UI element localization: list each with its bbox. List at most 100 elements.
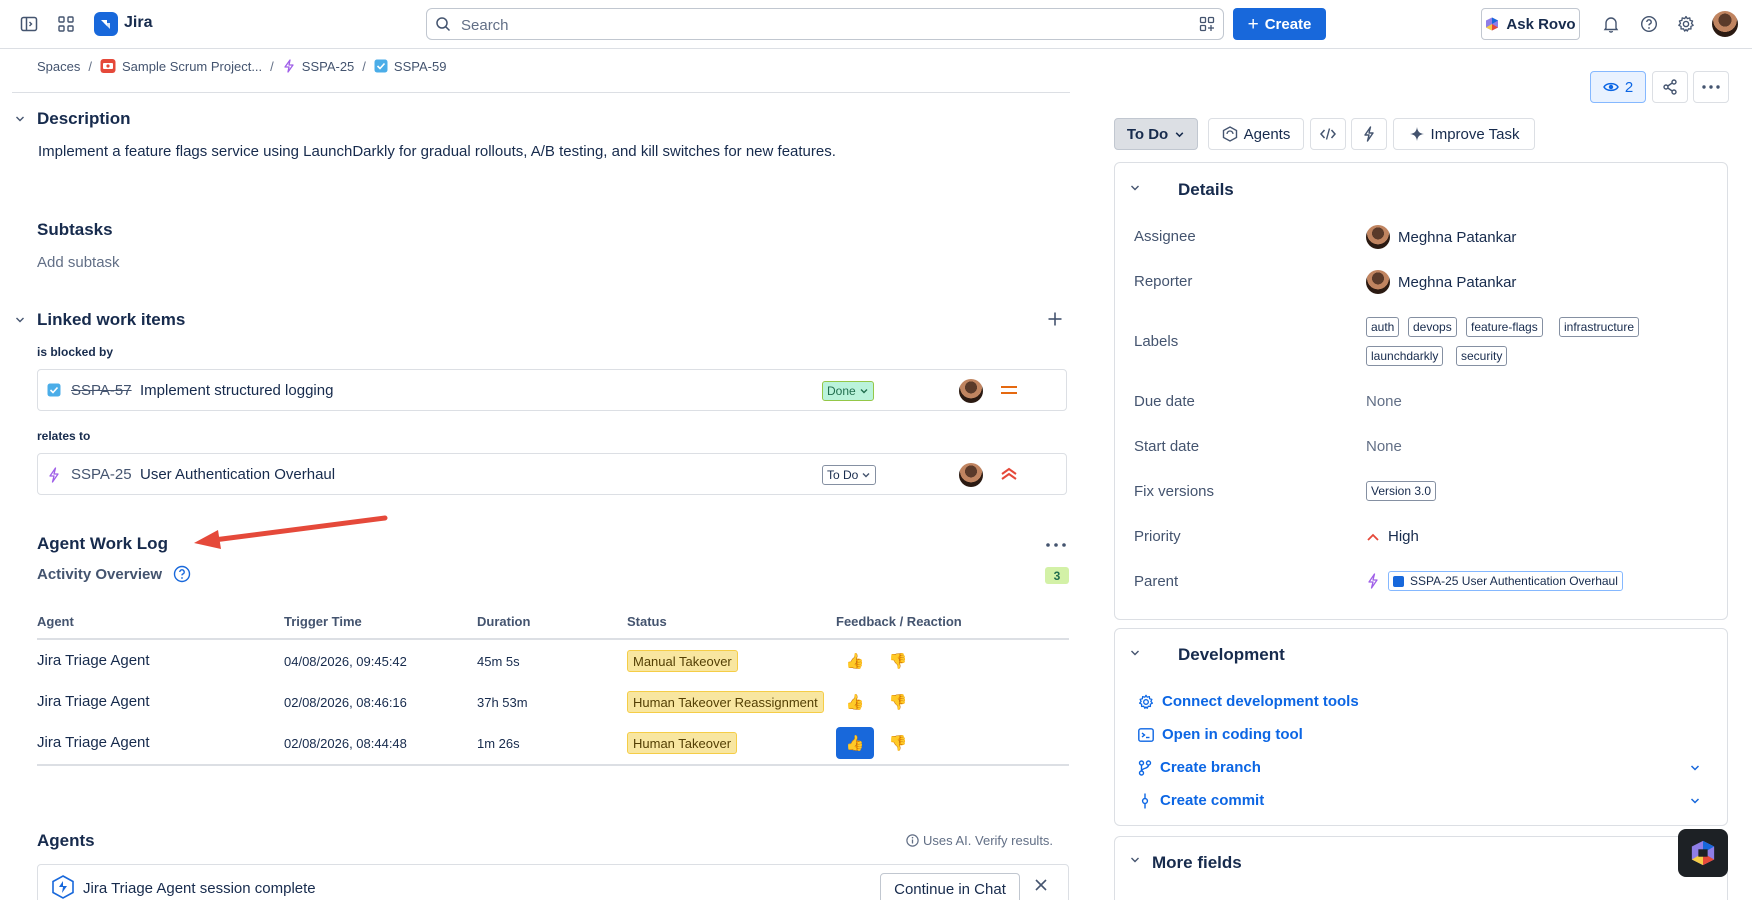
description-collapse-chevron-icon[interactable]	[14, 113, 26, 125]
parent-field[interactable]: SSPA-25 User Authentication Overhaul	[1366, 571, 1623, 591]
help-icon[interactable]	[1637, 12, 1661, 36]
linked-items-collapse-chevron-icon[interactable]	[14, 314, 26, 326]
column-header-trigger-time: Trigger Time	[284, 614, 362, 629]
linked-item-title[interactable]: User Authentication Overhaul	[140, 466, 335, 483]
agent-work-log-heading: Agent Work Log	[37, 534, 168, 553]
thumbs-down-button[interactable]: 👎	[879, 645, 917, 677]
more-options-icon[interactable]	[1046, 543, 1066, 547]
ask-rovo-button[interactable]: Ask Rovo	[1481, 8, 1580, 40]
linked-item-key[interactable]: SSPA-57	[71, 382, 132, 399]
more-actions-button[interactable]	[1693, 71, 1729, 103]
create-button[interactable]: + Create	[1233, 8, 1326, 40]
table-row-trigger-time: 04/08/2026, 09:45:42	[284, 654, 407, 669]
thumbs-down-button[interactable]: 👎	[879, 686, 917, 718]
question-circle-icon[interactable]	[173, 565, 191, 583]
fix-version-chip[interactable]: Version 3.0	[1366, 481, 1437, 501]
linked-item-row[interactable]: SSPA-25 User Authentication Overhaul To …	[37, 453, 1067, 495]
close-icon[interactable]	[1034, 878, 1048, 892]
app-name[interactable]: Jira	[124, 14, 152, 32]
label-chip[interactable]: launchdarkly	[1366, 346, 1444, 366]
agents-button[interactable]: Agents	[1208, 118, 1304, 150]
add-link-plus-icon[interactable]	[1047, 311, 1063, 327]
automation-button[interactable]	[1351, 118, 1387, 150]
improve-task-button[interactable]: Improve Task	[1393, 118, 1535, 150]
code-button[interactable]	[1310, 118, 1346, 150]
status-dropdown[interactable]: Done	[822, 381, 874, 401]
jira-logo-icon[interactable]	[94, 12, 118, 36]
app-switcher-icon[interactable]	[54, 12, 78, 36]
assignee-avatar[interactable]	[959, 463, 983, 487]
status-dropdown[interactable]: To Do	[822, 465, 877, 485]
agents-heading: Agents	[37, 831, 95, 850]
start-date-value[interactable]: None	[1366, 438, 1402, 455]
linked-item-row[interactable]: SSPA-57 Implement structured logging Don…	[37, 369, 1067, 411]
agent-session-text: Jira Triage Agent session complete	[83, 880, 316, 897]
chevron-down-icon	[860, 389, 868, 394]
create-branch-chevron-icon[interactable]	[1689, 762, 1701, 774]
thumbs-up-button-active[interactable]: 👍	[836, 727, 874, 759]
development-collapse-chevron-icon[interactable]	[1129, 647, 1141, 659]
more-fields-collapse-chevron-icon[interactable]	[1129, 854, 1141, 866]
link-type-label: relates to	[37, 429, 91, 443]
description-text[interactable]: Implement a feature flags service using …	[38, 143, 836, 160]
label-chip[interactable]: feature-flags	[1466, 317, 1543, 337]
create-branch-link[interactable]: Create branch	[1138, 759, 1261, 776]
breadcrumb: Spaces / Sample Scrum Project... / SSPA-…	[37, 56, 446, 76]
label-chip[interactable]: infrastructure	[1559, 317, 1640, 337]
label-chip[interactable]: security	[1456, 346, 1508, 366]
status-label: To Do	[1126, 125, 1169, 143]
ai-disclaimer-text: Uses AI. Verify results.	[923, 833, 1054, 848]
breadcrumb-task[interactable]: SSPA-59	[374, 59, 446, 74]
search-input[interactable]: Search	[426, 8, 1224, 40]
settings-gear-icon[interactable]	[1674, 12, 1698, 36]
more-fields-heading[interactable]: More fields	[1152, 853, 1242, 873]
parent-chip[interactable]: SSPA-25 User Authentication Overhaul	[1388, 571, 1623, 591]
breadcrumb-project-label: Sample Scrum Project...	[122, 58, 263, 74]
rovo-chat-fab[interactable]	[1678, 829, 1728, 877]
continue-in-chat-button[interactable]: Continue in Chat	[880, 873, 1020, 900]
sidebar-toggle-icon[interactable]	[17, 12, 41, 36]
watchers-button[interactable]: 2	[1590, 71, 1646, 103]
breadcrumb-spaces[interactable]: Spaces	[37, 59, 80, 74]
linked-item-title[interactable]: Implement structured logging	[140, 382, 333, 399]
development-heading[interactable]: Development	[1178, 645, 1285, 665]
top-navigation-bar: Jira Search + Create Ask Rovo	[0, 0, 1752, 49]
breadcrumb-project[interactable]: Sample Scrum Project...	[100, 58, 262, 74]
connect-development-tools-link[interactable]: Connect development tools	[1138, 693, 1359, 710]
table-header-divider	[37, 638, 1069, 640]
priority-field[interactable]: High	[1366, 528, 1419, 545]
status-transition-button[interactable]: To Do	[1114, 118, 1198, 150]
eye-icon	[1602, 81, 1619, 93]
thumbs-down-button[interactable]: 👎	[879, 727, 917, 759]
branch-icon	[1138, 759, 1152, 776]
search-filter-icon[interactable]	[1199, 16, 1215, 32]
details-collapse-chevron-icon[interactable]	[1129, 182, 1141, 194]
user-avatar[interactable]	[1712, 11, 1738, 37]
create-commit-chevron-icon[interactable]	[1689, 795, 1701, 807]
share-icon	[1662, 79, 1678, 95]
open-in-coding-tool-link[interactable]: Open in coding tool	[1138, 726, 1303, 743]
task-checkbox-icon	[374, 59, 388, 73]
thumbs-up-button[interactable]: 👍	[836, 686, 874, 718]
label-chip[interactable]: devops	[1408, 317, 1457, 337]
fix-versions-label: Fix versions	[1134, 483, 1215, 500]
linked-item-key[interactable]: SSPA-25	[71, 466, 132, 483]
assignee-field[interactable]: Meghna Patankar	[1366, 225, 1516, 249]
create-commit-link[interactable]: Create commit	[1138, 792, 1264, 809]
share-button[interactable]	[1652, 71, 1688, 103]
assignee-name: Meghna Patankar	[1398, 228, 1517, 246]
thumbs-up-button[interactable]: 👍	[836, 645, 874, 677]
assignee-avatar[interactable]	[959, 379, 983, 403]
breadcrumb-separator: /	[362, 58, 366, 74]
reporter-field[interactable]: Meghna Patankar	[1366, 270, 1516, 294]
details-heading[interactable]: Details	[1178, 180, 1234, 200]
table-row-status-badge: Manual Takeover	[627, 650, 738, 672]
due-date-value[interactable]: None	[1366, 393, 1402, 410]
label-chip[interactable]: auth	[1366, 317, 1400, 337]
priority-medium-icon	[1000, 382, 1018, 398]
reporter-label: Reporter	[1134, 273, 1193, 290]
add-subtask-button[interactable]: Add subtask	[37, 254, 120, 271]
notifications-bell-icon[interactable]	[1599, 12, 1623, 36]
breadcrumb-epic[interactable]: SSPA-25	[282, 59, 354, 74]
parent-label: Parent	[1134, 573, 1179, 590]
